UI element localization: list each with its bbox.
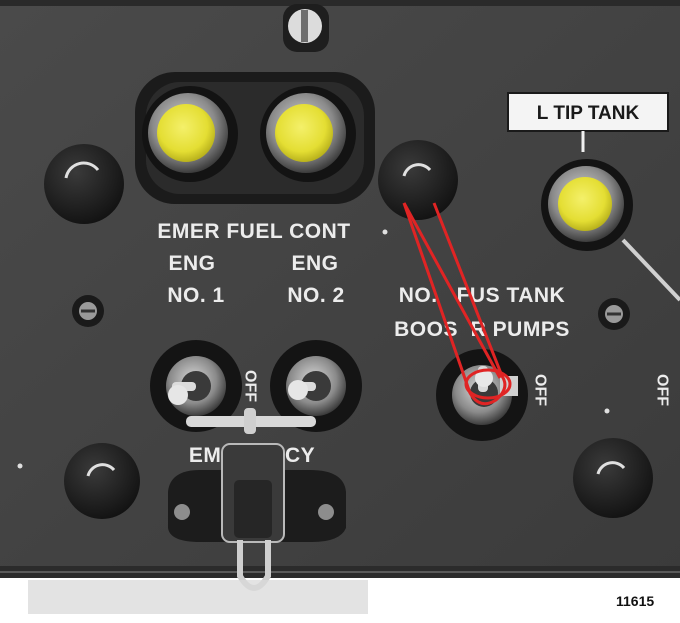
screw-head-icon	[598, 298, 630, 330]
indicator-light-l-tip-tank[interactable]	[541, 159, 633, 251]
off-label-emer: OFF	[242, 370, 259, 402]
screw-head-icon	[72, 295, 104, 327]
panel-knob-icon	[378, 140, 458, 220]
panel-knob-icon	[573, 438, 653, 518]
no-1-label: NO. 1	[167, 284, 224, 307]
eng-1-label: ENG	[168, 252, 215, 275]
tip-tank-label: L TIP TANK	[537, 103, 640, 124]
cockpit-panel-photo: L TIP TANK EMER FUEL CONT ENG ENG NO. 1 …	[0, 0, 680, 623]
off-label-center: OFF	[532, 374, 549, 406]
eng-2-label: ENG	[291, 252, 338, 275]
indicator-light-eng-1[interactable]	[142, 86, 238, 182]
figure-number: 11615	[616, 593, 655, 609]
toggle-switch-fus-booster[interactable]	[436, 349, 528, 441]
indicator-light-eng-2[interactable]	[260, 86, 356, 182]
panel-knob-icon	[64, 443, 140, 519]
fus-tank-label: NO. FUS TANK	[399, 284, 565, 307]
top-screw-icon	[283, 4, 329, 52]
no-2-label: NO. 2	[287, 284, 344, 307]
panel-knob-icon	[44, 144, 124, 224]
off-label-right: OFF	[654, 374, 671, 406]
caption-strip	[28, 580, 368, 614]
emer-fuel-cont-label: EMER FUEL CONT	[157, 220, 350, 243]
